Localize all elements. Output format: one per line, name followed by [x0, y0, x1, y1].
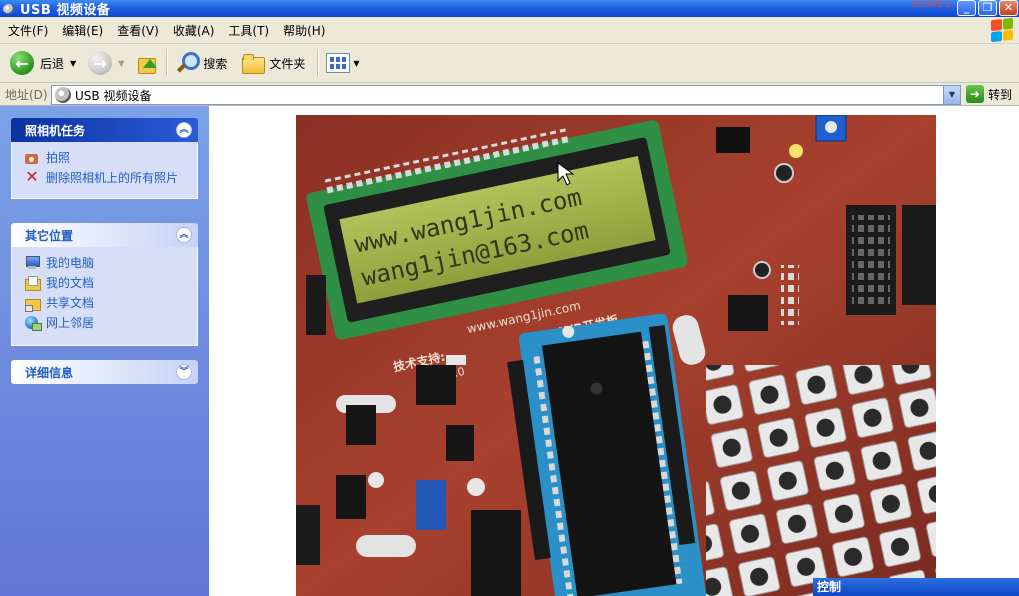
views-grid-icon [326, 53, 351, 73]
task-delete-all[interactable]: ✕ 删除照相机上的所有照片 [24, 167, 187, 186]
title-bar[interactable]: USB 视频设备 ESCAPE-C... _ ❐ ✕ [0, 0, 1019, 18]
place-my-computer[interactable]: 我的电脑 [24, 255, 187, 271]
computer-icon [24, 255, 40, 271]
go-label: 转到 [988, 87, 1013, 102]
other-places-body: 我的电脑 我的文档 共享文档 网上邻居 [11, 247, 198, 346]
camera-tasks-panel: 照相机任务 ︽ 拍照 ✕ 删除照相机上的所有照片 [11, 118, 198, 199]
task-take-photo[interactable]: 拍照 [24, 150, 187, 166]
camera-tasks-title: 照相机任务 [25, 123, 86, 138]
place-my-documents[interactable]: 我的文档 [24, 275, 187, 291]
forward-button[interactable]: → ▼ [84, 47, 132, 79]
collapse-chevron-icon[interactable]: ︽ [176, 227, 192, 243]
views-button[interactable]: ▼ [322, 47, 367, 79]
back-label: 后退 [40, 56, 65, 71]
place-my-computer-label: 我的电脑 [46, 256, 95, 270]
place-network[interactable]: 网上邻居 [24, 315, 187, 331]
back-arrow-icon: ← [10, 51, 34, 75]
folders-icon [241, 53, 266, 74]
window-controls: _ ❐ ✕ [957, 0, 1018, 16]
other-places-header[interactable]: 其它位置 ︽ [11, 223, 198, 247]
search-button[interactable]: 搜索 [171, 47, 231, 79]
go-button[interactable]: ➜ 转到 [966, 84, 1012, 104]
menu-favorites[interactable]: 收藏(A) [165, 22, 221, 39]
window-title: USB 视频设备 [20, 3, 111, 18]
menu-file[interactable]: 文件(F) [0, 22, 54, 39]
task-delete-all-label: 删除照相机上的所有照片 [46, 171, 179, 185]
network-places-icon [24, 315, 42, 331]
task-pane: 照相机任务 ︽ 拍照 ✕ 删除照相机上的所有照片 其它位置 ︽ 我的电脑 我的文… [0, 106, 209, 596]
details-header[interactable]: 详细信息 ︾ [11, 360, 198, 384]
forward-arrow-icon: → [88, 51, 113, 75]
forward-dropdown-icon[interactable]: ▼ [118, 59, 124, 68]
maximize-button[interactable]: ❐ [978, 0, 997, 16]
address-bar: 地址(D) USB 视频设备 ▼ ➜ 转到 [0, 83, 1019, 106]
go-arrow-icon: ➜ [966, 85, 984, 103]
folder-up-icon [136, 52, 158, 74]
menu-bar: 文件(F) 编辑(E) 查看(V) 收藏(A) 工具(T) 帮助(H) [0, 17, 1019, 44]
webcam-preview: www.wang1jin.com wang1jin@163.com www.wa… [296, 115, 936, 596]
back-dropdown-icon[interactable]: ▼ [70, 59, 76, 68]
back-button[interactable]: ← 后退 ▼ [6, 47, 84, 79]
control-panel-titlebar[interactable]: 控制 [813, 578, 1019, 596]
windows-logo-icon [991, 17, 1013, 43]
expand-chevron-icon[interactable]: ︾ [176, 364, 192, 380]
place-shared-documents-label: 共享文档 [46, 296, 95, 310]
corner-stamp: ESCAPE-C... [911, 0, 959, 9]
task-take-photo-label: 拍照 [46, 151, 71, 165]
minimize-button[interactable]: _ [957, 0, 976, 16]
place-network-label: 网上邻居 [46, 316, 95, 330]
camera-tasks-header[interactable]: 照相机任务 ︽ [11, 118, 198, 142]
camera-frame-image: www.wang1jin.com wang1jin@163.com www.wa… [296, 115, 936, 596]
other-places-panel: 其它位置 ︽ 我的电脑 我的文档 共享文档 网上邻居 [11, 223, 198, 346]
folders-label: 文件夹 [269, 56, 306, 71]
menu-edit[interactable]: 编辑(E) [54, 22, 109, 39]
details-title: 详细信息 [25, 365, 74, 380]
toolbar: ← 后退 ▼ → ▼ 搜索 文件夹 ▼ [0, 44, 1019, 83]
details-panel: 详细信息 ︾ [11, 360, 198, 384]
up-button[interactable] [132, 47, 162, 79]
delete-x-icon: ✕ [25, 167, 39, 186]
place-shared-documents[interactable]: 共享文档 [24, 295, 187, 312]
content-area: www.wang1jin.com wang1jin@163.com www.wa… [209, 106, 1019, 596]
toolbar-separator [317, 49, 319, 77]
search-label: 搜索 [203, 56, 228, 71]
menu-view[interactable]: 查看(V) [109, 22, 165, 39]
views-dropdown-icon[interactable]: ▼ [353, 59, 359, 68]
camera-tasks-body: 拍照 ✕ 删除照相机上的所有照片 [11, 142, 198, 199]
shared-folder-icon [24, 295, 41, 312]
documents-folder-icon [24, 275, 41, 291]
search-icon [175, 51, 201, 75]
camera-icon [24, 150, 40, 166]
address-value: USB 视频设备 [75, 88, 152, 103]
menu-tools[interactable]: 工具(T) [220, 22, 275, 39]
place-my-documents-label: 我的文档 [46, 276, 95, 290]
webcam-icon [2, 2, 16, 16]
webcam-icon [55, 87, 71, 103]
address-label: 地址(D) [5, 87, 48, 102]
address-input[interactable]: USB 视频设备 ▼ [51, 85, 961, 105]
toolbar-separator [166, 49, 168, 77]
collapse-chevron-icon[interactable]: ︽ [176, 122, 192, 138]
folders-button[interactable]: 文件夹 [237, 47, 309, 79]
menu-help[interactable]: 帮助(H) [275, 22, 331, 39]
close-button[interactable]: ✕ [999, 0, 1018, 16]
other-places-title: 其它位置 [25, 228, 74, 243]
address-dropdown-icon[interactable]: ▼ [943, 86, 960, 104]
